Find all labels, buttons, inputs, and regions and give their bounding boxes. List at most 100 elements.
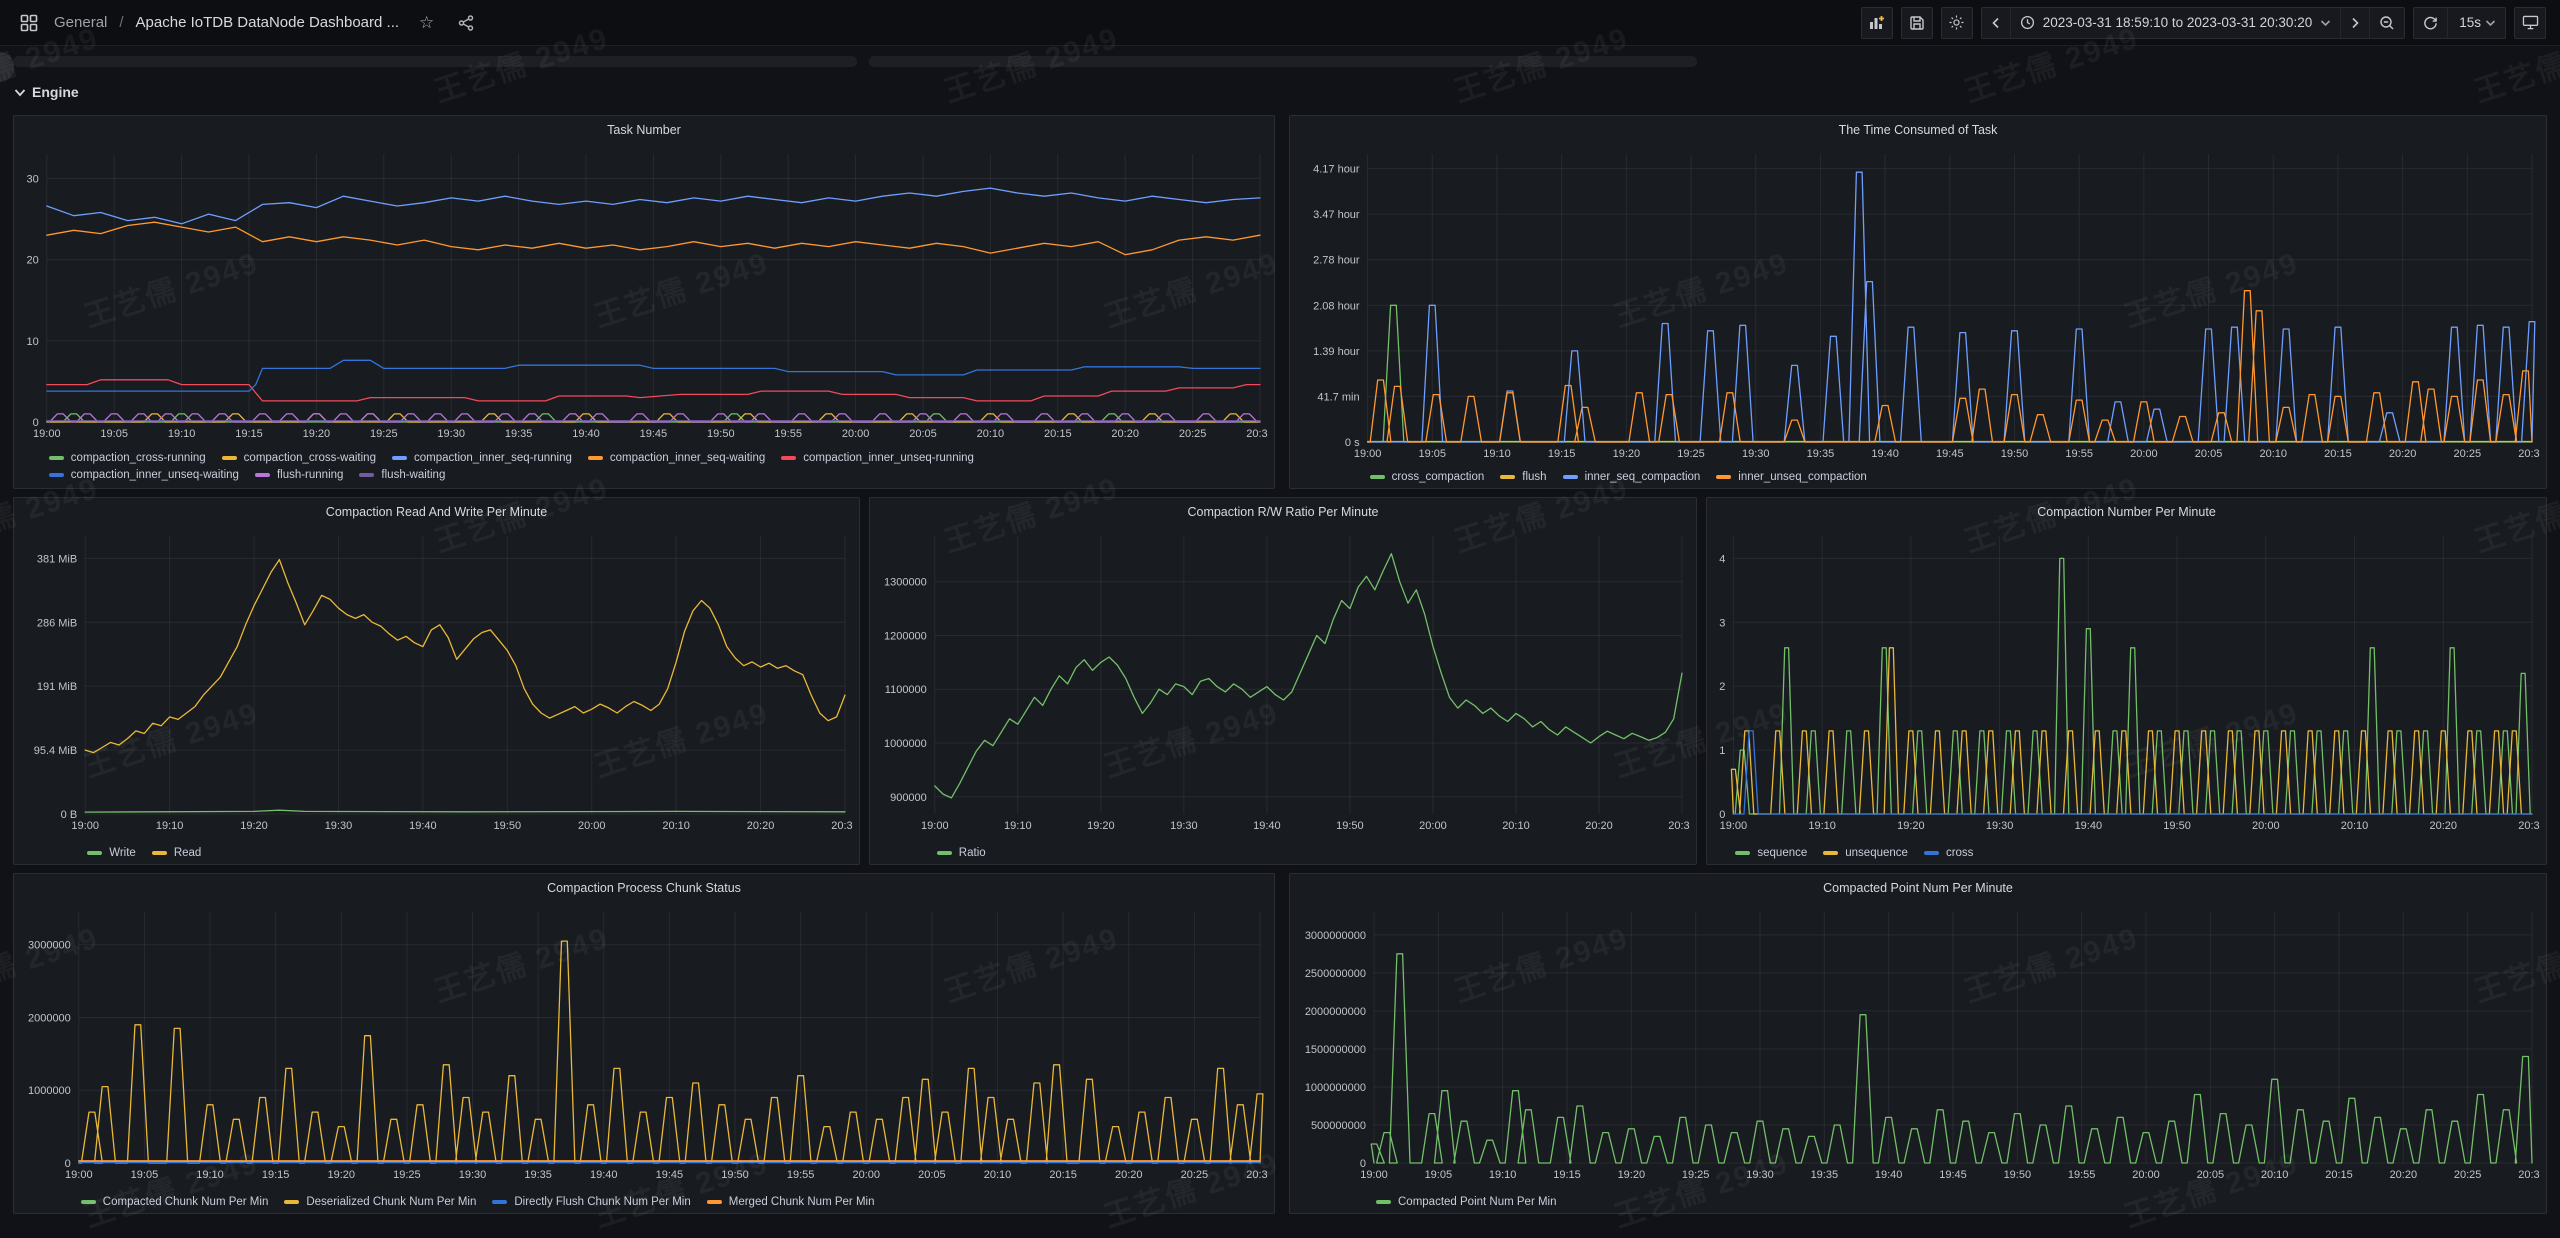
svg-text:2000000: 2000000 bbox=[28, 1012, 71, 1024]
zoom-out-time-button[interactable] bbox=[2370, 8, 2404, 38]
svg-text:19:10: 19:10 bbox=[196, 1169, 224, 1181]
breadcrumb-root[interactable]: General bbox=[54, 14, 107, 31]
svg-text:20:05: 20:05 bbox=[2197, 1169, 2225, 1181]
panel-title[interactable]: Compacted Point Num Per Minute bbox=[1290, 874, 2546, 902]
legend-item[interactable]: Ratio bbox=[937, 847, 986, 859]
svg-text:19:50: 19:50 bbox=[707, 428, 735, 440]
svg-text:19:05: 19:05 bbox=[100, 428, 128, 440]
svg-text:20:00: 20:00 bbox=[1419, 820, 1447, 832]
legend-item[interactable]: Directly Flush Chunk Num Per Min bbox=[492, 1196, 690, 1208]
legend-compaction-process-chunk-status: Compacted Chunk Num Per Min Deserialized … bbox=[81, 1196, 875, 1208]
legend-item[interactable]: sequence bbox=[1735, 847, 1807, 859]
chart-compaction-process-chunk-status[interactable]: 19:0019:0519:1019:1519:2019:2519:3019:35… bbox=[20, 902, 1268, 1183]
legend-swatch bbox=[284, 1200, 299, 1204]
svg-text:20:05: 20:05 bbox=[2195, 448, 2223, 460]
refresh-interval-picker[interactable]: 15s bbox=[2448, 8, 2505, 38]
panel-title[interactable]: The Time Consumed of Task bbox=[1290, 116, 2546, 144]
svg-text:19:20: 19:20 bbox=[1087, 820, 1115, 832]
svg-text:2.08 hour: 2.08 hour bbox=[1313, 300, 1360, 312]
legend-swatch bbox=[152, 851, 167, 855]
legend-item[interactable]: unsequence bbox=[1823, 847, 1908, 859]
legend-item[interactable]: flush bbox=[1500, 471, 1546, 483]
panel-title[interactable]: Compaction R/W Ratio Per Minute bbox=[870, 498, 1696, 526]
add-panel-button[interactable] bbox=[1861, 7, 1893, 39]
legend-item[interactable]: compaction_cross-running bbox=[49, 452, 206, 464]
legend-swatch bbox=[87, 851, 102, 855]
apps-grid-icon[interactable] bbox=[14, 8, 44, 38]
panel-title[interactable]: Compaction Read And Write Per Minute bbox=[14, 498, 859, 526]
legend-item[interactable]: compaction_inner_seq-waiting bbox=[588, 452, 765, 464]
legend-item[interactable]: Write bbox=[87, 847, 136, 859]
legend-item[interactable]: Read bbox=[152, 847, 202, 859]
chart-time-consumed-of-task[interactable]: 19:0019:0519:1019:1519:2019:2519:3019:35… bbox=[1296, 144, 2540, 462]
legend-item[interactable]: inner_unseq_compaction bbox=[1716, 471, 1867, 483]
svg-text:3: 3 bbox=[1719, 617, 1725, 629]
share-icon[interactable] bbox=[458, 15, 474, 31]
time-shift-forward-button[interactable] bbox=[2341, 8, 2370, 38]
legend-item[interactable]: inner_seq_compaction bbox=[1563, 471, 1701, 483]
svg-text:19:30: 19:30 bbox=[437, 428, 465, 440]
legend-item[interactable]: compaction_inner_unseq-waiting bbox=[49, 469, 239, 481]
chart-svg: 19:0019:0519:1019:1519:2019:2519:3019:35… bbox=[20, 902, 1268, 1183]
legend-item[interactable]: flush-waiting bbox=[359, 469, 445, 481]
dashboard-settings-button[interactable] bbox=[1941, 7, 1973, 39]
top-navbar: General / Apache IoTDB DataNode Dashboar… bbox=[0, 0, 2560, 46]
panel-task-number: Task Number 19:0019:0519:1019:1519:2019:… bbox=[13, 115, 1275, 489]
legend-time-consumed-of-task: cross_compaction flush inner_seq_compactio… bbox=[1370, 471, 1867, 483]
chart-compaction-number[interactable]: 19:0019:1019:2019:3019:4019:5020:0020:10… bbox=[1713, 526, 2540, 834]
svg-text:19:55: 19:55 bbox=[2068, 1169, 2096, 1181]
legend-swatch bbox=[1823, 851, 1838, 855]
legend-label: compaction_cross-waiting bbox=[244, 452, 376, 464]
svg-text:19:05: 19:05 bbox=[131, 1169, 159, 1181]
legend-swatch bbox=[81, 1200, 96, 1204]
panel-title[interactable]: Task Number bbox=[14, 116, 1274, 144]
legend-item[interactable]: Deserialized Chunk Num Per Min bbox=[284, 1196, 476, 1208]
cycle-view-mode-button[interactable] bbox=[2514, 7, 2546, 39]
chart-task-number[interactable]: 19:0019:0519:1019:1519:2019:2519:3019:35… bbox=[20, 144, 1268, 442]
dashboard-title[interactable]: Apache IoTDB DataNode Dashboard ... bbox=[136, 14, 399, 31]
refresh-button[interactable] bbox=[2414, 8, 2448, 38]
svg-text:20:15: 20:15 bbox=[2325, 1169, 2353, 1181]
chart-compaction-read-write[interactable]: 19:0019:1019:2019:3019:4019:5020:0020:10… bbox=[20, 526, 853, 834]
svg-text:0: 0 bbox=[33, 417, 39, 429]
panel-title[interactable]: Compaction Number Per Minute bbox=[1707, 498, 2546, 526]
legend-item[interactable]: compaction_cross-waiting bbox=[222, 452, 376, 464]
panel-title[interactable]: Compaction Process Chunk Status bbox=[14, 874, 1274, 902]
time-shift-back-button[interactable] bbox=[1982, 8, 2011, 38]
svg-text:20:20: 20:20 bbox=[1585, 820, 1613, 832]
clock-icon bbox=[2020, 15, 2035, 30]
legend-item[interactable]: Merged Chunk Num Per Min bbox=[707, 1196, 875, 1208]
svg-text:20:10: 20:10 bbox=[2261, 1169, 2289, 1181]
svg-text:20:20: 20:20 bbox=[1115, 1169, 1143, 1181]
panel-compaction-process-chunk-status: Compaction Process Chunk Status 19:00 19:… bbox=[13, 873, 1275, 1214]
legend-swatch bbox=[937, 851, 952, 855]
svg-text:19:05: 19:05 bbox=[1425, 1169, 1453, 1181]
svg-text:19:35: 19:35 bbox=[1807, 448, 1835, 460]
svg-text:20:10: 20:10 bbox=[977, 428, 1005, 440]
legend-item[interactable]: cross_compaction bbox=[1370, 471, 1485, 483]
legend-item[interactable]: cross bbox=[1924, 847, 1973, 859]
legend-item[interactable]: flush-running bbox=[255, 469, 343, 481]
chart-compacted-point-num[interactable]: 19:0019:0519:1019:1519:2019:2519:3019:35… bbox=[1296, 902, 2540, 1183]
save-dashboard-button[interactable] bbox=[1901, 7, 1933, 39]
legend-label: inner_unseq_compaction bbox=[1738, 471, 1867, 483]
series-unsequence bbox=[1731, 648, 2532, 814]
legend-item[interactable]: compaction_inner_unseq-running bbox=[781, 452, 974, 464]
panel-time-consumed-of-task: The Time Consumed of Task 19:0019:0519:1… bbox=[1289, 115, 2547, 489]
svg-text:2500000000: 2500000000 bbox=[1305, 968, 1366, 980]
legend-swatch bbox=[1563, 475, 1578, 479]
svg-text:3000000: 3000000 bbox=[28, 940, 71, 952]
time-range-picker[interactable]: 2023-03-31 18:59:10 to 2023-03-31 20:30:… bbox=[2011, 8, 2341, 38]
legend-item[interactable]: Compacted Point Num Per Min bbox=[1376, 1196, 1557, 1208]
legend-item[interactable]: Compacted Chunk Num Per Min bbox=[81, 1196, 269, 1208]
row-engine[interactable]: Engine bbox=[14, 84, 79, 100]
legend-swatch bbox=[222, 456, 237, 460]
svg-text:19:00: 19:00 bbox=[65, 1169, 93, 1181]
svg-text:19:00: 19:00 bbox=[1354, 448, 1382, 460]
refresh-group: 15s bbox=[2413, 7, 2506, 39]
chart-svg: 19:0019:0519:1019:1519:2019:2519:3019:35… bbox=[20, 144, 1268, 442]
star-icon[interactable]: ☆ bbox=[419, 13, 434, 33]
chart-compaction-rw-ratio[interactable]: 19:0019:1019:2019:3019:4019:5020:0020:10… bbox=[876, 526, 1690, 834]
svg-text:19:15: 19:15 bbox=[262, 1169, 290, 1181]
legend-item[interactable]: compaction_inner_seq-running bbox=[392, 452, 572, 464]
